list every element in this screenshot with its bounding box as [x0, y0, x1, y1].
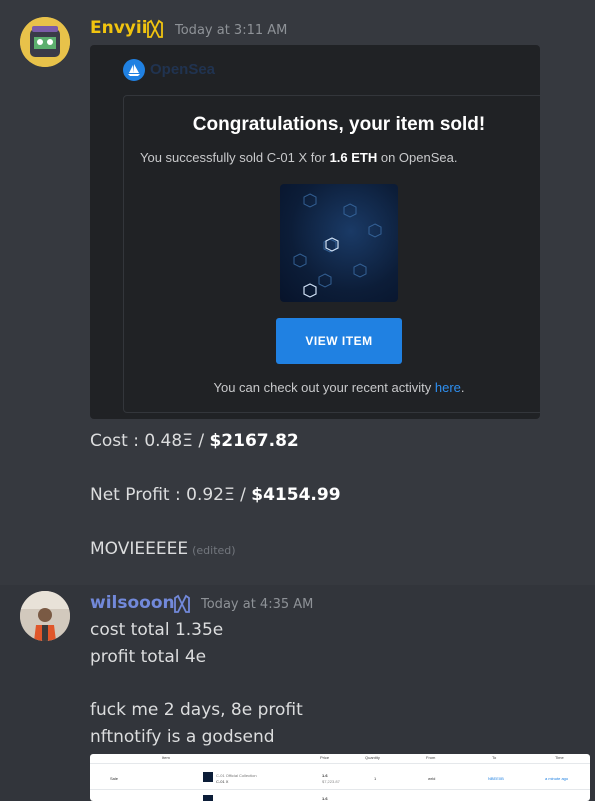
email-card: Congratulations, your item sold! You suc… [123, 95, 540, 413]
message-line-profit: Net Profit : 0.92Ξ / $4154.99 [90, 485, 341, 505]
table-divider [90, 763, 590, 764]
activity-table-screenshot[interactable]: Item Price Quantity From To Time Sale C-… [90, 754, 590, 801]
table-header: Quantity [365, 755, 380, 760]
table-header: Item [162, 755, 170, 760]
activity-text: You can check out your recent activity h… [213, 380, 465, 395]
item-thumb [203, 772, 213, 782]
item-thumb [203, 795, 213, 801]
message-line: profit total 4e [90, 647, 207, 667]
table-header: To [492, 755, 497, 760]
here-link[interactable]: here [435, 380, 461, 395]
nft-image[interactable] [280, 184, 398, 302]
brand-name: OpenSea [150, 61, 216, 78]
timestamp[interactable]: Today at 3:11 AM [175, 23, 287, 38]
table-header: From [426, 755, 436, 760]
message-line: cost total 1.35e [90, 620, 224, 640]
sold-text: You successfully sold C-01 X for 1.6 ETH… [140, 150, 458, 165]
avatar[interactable] [20, 17, 70, 67]
edited-label: (edited) [192, 544, 236, 557]
message-line: nftnotify is a godsend [90, 727, 275, 747]
username[interactable]: wilsooon [90, 593, 175, 613]
table-divider [90, 789, 590, 790]
opensea-logo-icon [123, 59, 145, 81]
table-header: Time [555, 755, 564, 760]
nitro-badge-icon[interactable] [146, 19, 164, 39]
username[interactable]: Envyii [90, 18, 148, 38]
avatar[interactable] [20, 591, 70, 641]
table-header: Price [320, 755, 330, 760]
message-envyii: Envyii Today at 3:11 AM OpenSea Congratu… [0, 0, 595, 585]
email-heading: Congratulations, your item sold! [192, 114, 486, 135]
message-line-movie: MOVIEEEEE (edited) [90, 539, 236, 559]
message-line: fuck me 2 days, 8e profit [90, 700, 303, 720]
opensea-email-embed[interactable]: OpenSea Congratulations, your item sold!… [90, 45, 540, 419]
view-item-button[interactable]: VIEW ITEM [276, 318, 402, 364]
timestamp[interactable]: Today at 4:35 AM [201, 597, 313, 612]
nitro-badge-icon[interactable] [173, 594, 191, 614]
message-line-cost: Cost : 0.48Ξ / $2167.82 [90, 431, 299, 451]
